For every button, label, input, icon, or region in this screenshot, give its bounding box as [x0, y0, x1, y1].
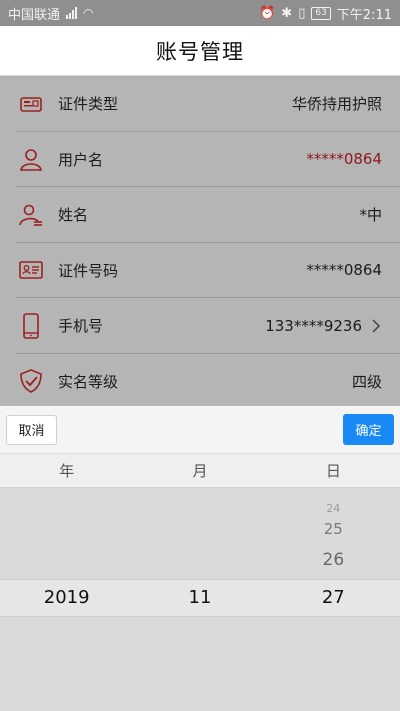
day-option[interactable]: 25 [267, 520, 400, 538]
signal-icon [66, 7, 78, 19]
row-value: *****0864 [306, 150, 382, 169]
confirm-button[interactable]: 确定 [343, 414, 394, 445]
picker-wheel: 2019 11 24 25 26 27 [0, 488, 400, 711]
row-value: 四级 [351, 372, 382, 391]
user-icon [18, 146, 44, 172]
row-label: 手机号 [58, 317, 104, 336]
carrier-label: 中国联通 [8, 7, 61, 23]
phone-value: 133****9236 [265, 316, 362, 335]
column-header-month: 月 [192, 462, 208, 480]
row-username[interactable]: 用户名 *****0864 [0, 131, 400, 187]
row-label: 姓名 [58, 206, 89, 225]
row-id-type[interactable]: 证件类型 华侨持用护照 [0, 76, 400, 132]
title-bar: 账号管理 [0, 26, 400, 76]
shield-check-icon [18, 368, 44, 394]
picker-column-headers: 年 月 日 [0, 454, 400, 488]
page-title: 账号管理 [156, 39, 244, 64]
row-value: 华侨持用护照 [291, 95, 382, 114]
date-picker: 取消 确定 年 月 日 2019 11 24 25 26 27 [0, 406, 400, 711]
row-name[interactable]: 姓名 *中 [0, 187, 400, 243]
status-bar: 中国联通 ◠ ⏰ ✱ ▯ 63 下午2:11 [0, 0, 400, 26]
row-value: *中 [359, 206, 382, 225]
column-header-year: 年 [59, 462, 75, 480]
row-phone[interactable]: 手机号 133****9236 [0, 298, 400, 354]
vibrate-icon: ▯ [298, 5, 306, 21]
id-card-icon [18, 91, 44, 117]
day-wheel[interactable]: 24 25 26 27 [267, 488, 400, 711]
selected-year[interactable]: 2019 [0, 587, 133, 608]
month-wheel[interactable]: 11 [133, 488, 266, 711]
account-info-list: 证件类型 华侨持用护照 用户名 *****0864 姓名 *中 证件号码 ***… [0, 76, 400, 409]
day-option[interactable]: 26 [267, 550, 400, 570]
row-label: 实名等级 [58, 372, 119, 391]
selected-month[interactable]: 11 [133, 587, 266, 608]
row-label: 证件号码 [58, 261, 119, 280]
day-option[interactable]: 24 [267, 502, 400, 515]
id-number-icon [18, 257, 44, 283]
phone-icon [18, 312, 44, 339]
clock: 下午2:11 [336, 7, 392, 23]
row-value: *****0864 [306, 261, 382, 280]
chevron-right-icon [372, 319, 381, 333]
selected-day[interactable]: 27 [267, 587, 400, 608]
bluetooth-icon: ✱ [281, 5, 293, 21]
user-list-icon [18, 202, 44, 228]
battery-icon: 63 [311, 6, 331, 20]
row-label: 证件类型 [58, 95, 119, 114]
alarm-icon: ⏰ [259, 5, 276, 21]
picker-toolbar: 取消 确定 [0, 406, 400, 454]
row-value: 133****9236 [265, 317, 382, 335]
wifi-icon: ◠ [83, 6, 94, 20]
row-id-number[interactable]: 证件号码 *****0864 [0, 242, 400, 298]
row-verify-level[interactable]: 实名等级 四级 [0, 353, 400, 409]
year-wheel[interactable]: 2019 [0, 488, 133, 711]
row-label: 用户名 [58, 150, 104, 169]
cancel-button[interactable]: 取消 [6, 414, 57, 445]
column-header-day: 日 [325, 462, 341, 480]
